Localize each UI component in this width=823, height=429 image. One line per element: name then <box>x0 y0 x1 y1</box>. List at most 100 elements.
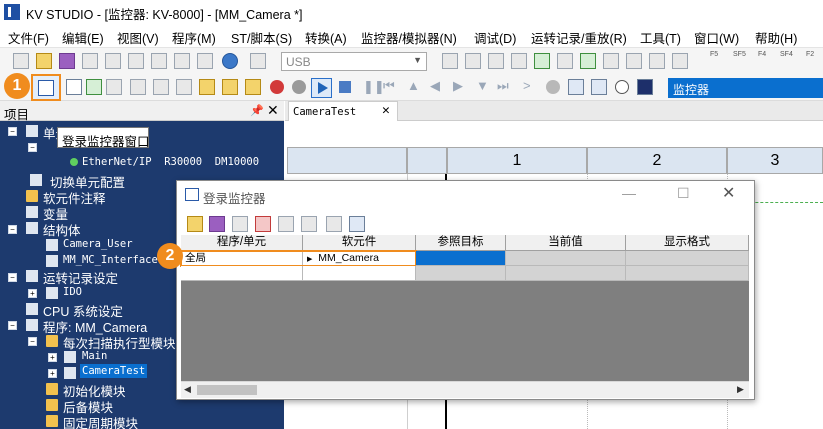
save-icon[interactable] <box>59 53 75 69</box>
skip-fwd-icon[interactable]: ⏭ <box>497 78 509 94</box>
menu-view[interactable]: 视图(V) <box>117 28 159 47</box>
open-folder-icon[interactable] <box>187 216 203 232</box>
stop-circle-icon[interactable] <box>546 80 560 94</box>
print-icon[interactable] <box>174 53 190 69</box>
register-icon[interactable] <box>626 53 642 69</box>
digital-clock-icon[interactable] <box>637 79 653 95</box>
monitor-all-icon[interactable] <box>534 53 550 69</box>
tree-camera-test[interactable]: CameraTest <box>80 364 148 378</box>
find-icon[interactable] <box>250 53 266 69</box>
fkey-sf5[interactable]: SF5 <box>733 51 746 59</box>
menu-tools[interactable]: 工具(T) <box>640 28 681 47</box>
verify-icon[interactable] <box>488 53 504 69</box>
clock-icon[interactable] <box>222 79 238 95</box>
add-row-icon[interactable] <box>301 216 317 232</box>
step-up-icon[interactable]: ▲ <box>407 78 420 93</box>
expand-icon[interactable]: + <box>48 353 57 362</box>
tree-scan-module[interactable]: 每次扫描执行型模块 <box>63 333 176 352</box>
unit-monitor-icon[interactable] <box>557 53 573 69</box>
cell-empty[interactable] <box>416 266 506 281</box>
cell-empty[interactable] <box>303 266 416 281</box>
timer-icon[interactable] <box>615 80 629 94</box>
close-icon[interactable]: ✕ <box>267 102 279 119</box>
glasses-icon[interactable] <box>106 79 122 95</box>
expand-icon[interactable]: − <box>8 321 17 330</box>
cell-display-format[interactable] <box>626 251 749 266</box>
skip-back-icon[interactable]: ⏮ <box>383 78 395 94</box>
binary-icon[interactable] <box>197 53 213 69</box>
expand-icon[interactable]: + <box>28 289 37 298</box>
expand-icon[interactable]: − <box>8 225 17 234</box>
pause-icon[interactable]: ❚❚ <box>363 79 385 95</box>
help-icon[interactable] <box>222 53 238 69</box>
cut-icon[interactable] <box>105 53 121 69</box>
connection-select[interactable]: USB ▼ <box>281 52 427 71</box>
list-icon[interactable] <box>649 53 665 69</box>
display-icon[interactable] <box>591 79 607 95</box>
maximize-icon[interactable]: ☐ <box>677 185 690 202</box>
watch-icon[interactable] <box>176 79 192 95</box>
step-back-icon[interactable]: ◀ <box>430 78 440 94</box>
fkey-f2[interactable]: F2 <box>806 51 814 59</box>
fkey-f4[interactable]: F4 <box>758 51 766 59</box>
tree-struct[interactable]: 结构体 <box>43 220 81 239</box>
copy-icon[interactable] <box>128 53 144 69</box>
open-folder-icon[interactable] <box>36 53 52 69</box>
tree-op-record[interactable]: 运转记录设定 <box>43 268 118 287</box>
trace-icon[interactable] <box>199 79 215 95</box>
expand-icon[interactable]: − <box>28 143 37 152</box>
close-icon[interactable]: ✕ <box>382 103 390 118</box>
screen-icon[interactable] <box>568 79 584 95</box>
stop-record-icon[interactable] <box>292 80 306 94</box>
scroll-left-icon[interactable]: ◀ <box>184 384 191 395</box>
register-monitor-button[interactable] <box>31 74 61 101</box>
dev-icon[interactable] <box>672 53 688 69</box>
menu-program[interactable]: 程序(M) <box>172 28 216 47</box>
menu-help[interactable]: 帮助(H) <box>755 28 797 47</box>
monitor-icon[interactable] <box>349 216 365 232</box>
tree-fixed-module[interactable]: 固定周期模块 <box>63 413 138 429</box>
mode-display[interactable]: 监控器 <box>668 78 823 98</box>
list-view-icon[interactable] <box>66 79 82 95</box>
pin-icon[interactable]: 📌 <box>250 104 264 117</box>
expand-icon[interactable]: − <box>8 127 17 136</box>
cell-reference[interactable] <box>416 251 506 266</box>
compare-icon[interactable] <box>511 53 527 69</box>
print-preview-icon[interactable] <box>82 53 98 69</box>
register-icon[interactable] <box>232 216 248 232</box>
menu-debug[interactable]: 调试(D) <box>474 28 516 47</box>
step-down-icon[interactable]: ▼ <box>476 78 489 93</box>
tree-ethernet[interactable]: EtherNet/IP R30000 DM10000 <box>82 156 259 168</box>
menu-monitor-simulator[interactable]: 监控器/模拟器(N) <box>361 28 457 47</box>
expand-icon[interactable]: − <box>28 337 37 346</box>
time-chart-icon[interactable] <box>153 79 169 95</box>
close-icon[interactable]: ✕ <box>722 183 735 203</box>
stop-icon[interactable] <box>339 81 351 93</box>
expand-icon[interactable]: − <box>8 273 17 282</box>
fkey-f5[interactable]: F5 <box>710 51 718 59</box>
scroll-right-icon[interactable]: ▶ <box>737 384 744 395</box>
tree-mm-mc-interface[interactable]: MM_MC_Interface <box>63 254 158 266</box>
insert-row-icon[interactable] <box>278 216 294 232</box>
tree-ido[interactable]: IDO <box>63 286 82 298</box>
horizontal-scrollbar[interactable]: ◀ ▶ <box>181 381 749 398</box>
expand-icon[interactable]: + <box>48 369 57 378</box>
table-icon[interactable] <box>130 79 146 95</box>
tree-camera-user[interactable]: Camera_User <box>63 238 133 250</box>
device-icon[interactable] <box>326 216 342 232</box>
fkey-sf4[interactable]: SF4 <box>780 51 793 59</box>
warning-icon[interactable] <box>245 79 261 95</box>
tree-main[interactable]: Main <box>82 350 107 362</box>
minimize-icon[interactable]: — <box>622 185 636 201</box>
scrollbar-thumb[interactable] <box>197 385 257 395</box>
menu-st-script[interactable]: ST/脚本(S) <box>231 28 292 47</box>
cell-empty[interactable] <box>626 266 749 281</box>
menu-window[interactable]: 窗口(W) <box>694 28 739 47</box>
cell-empty[interactable] <box>181 266 303 281</box>
play-button[interactable] <box>311 78 332 98</box>
menu-edit[interactable]: 编辑(E) <box>62 28 104 47</box>
new-file-icon[interactable] <box>13 53 29 69</box>
menu-file[interactable]: 文件(F) <box>8 28 49 47</box>
transfer-icon[interactable] <box>442 53 458 69</box>
edit-list-icon[interactable] <box>86 79 102 95</box>
